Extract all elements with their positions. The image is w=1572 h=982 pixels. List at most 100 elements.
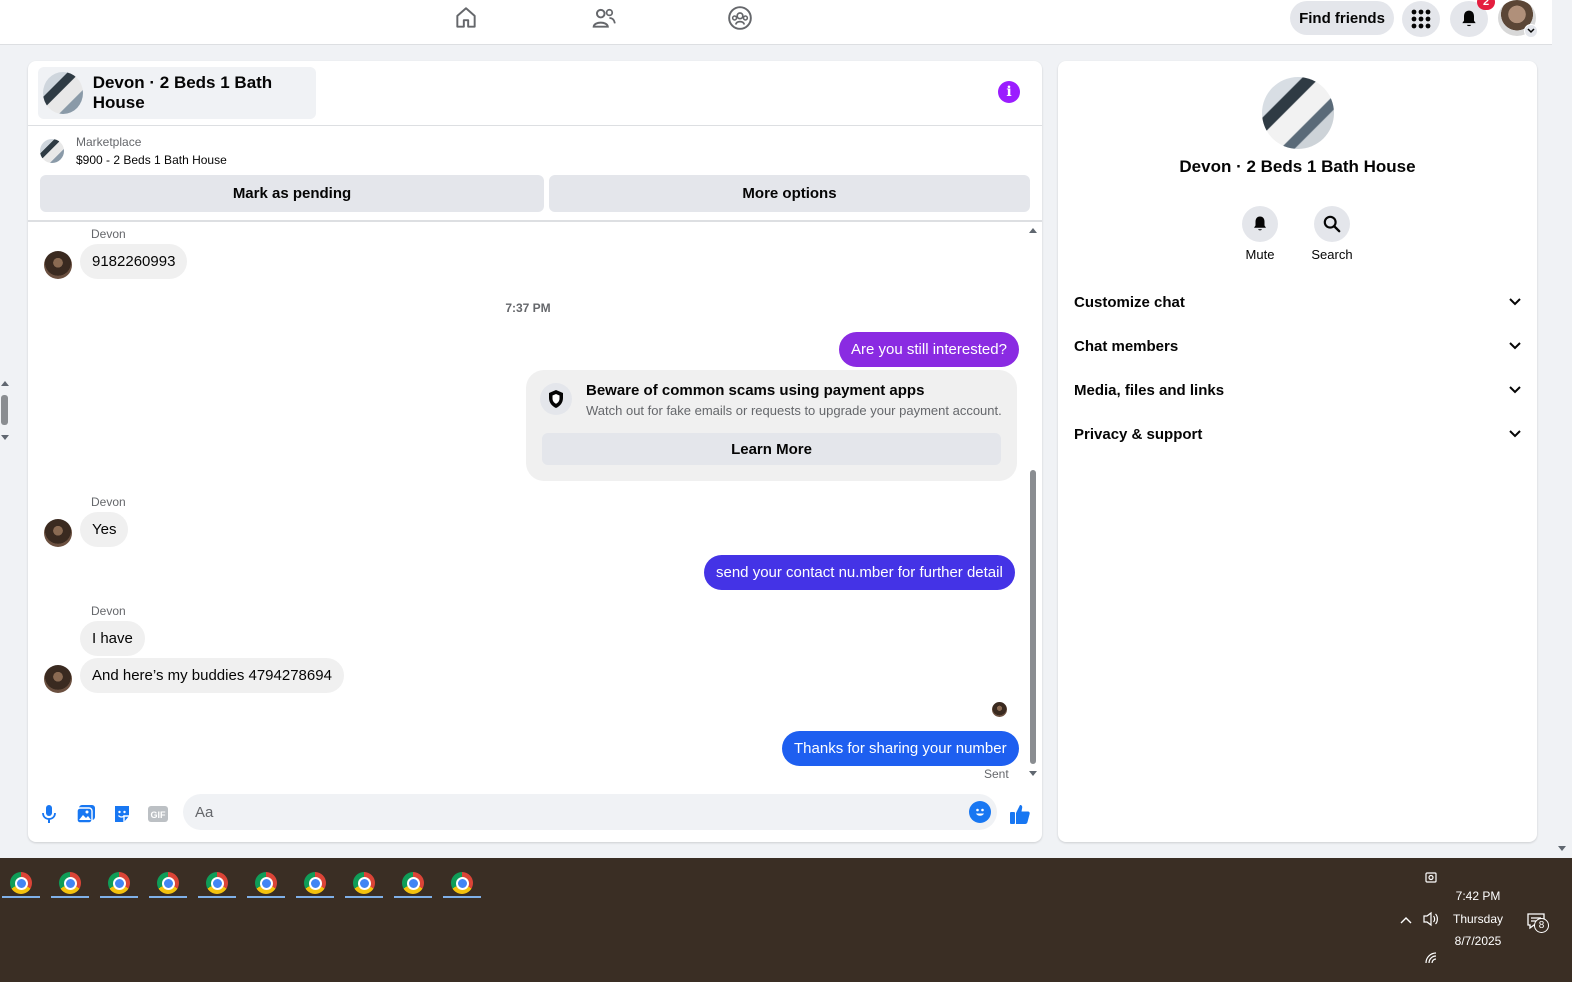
privacy-support-section[interactable]: Privacy & support: [1074, 416, 1521, 452]
chrome-icon: [255, 872, 277, 894]
mark-as-pending-button[interactable]: Mark as pending: [40, 175, 544, 212]
chevron-up-icon[interactable]: [1398, 912, 1414, 928]
network-icon[interactable]: [1422, 950, 1440, 966]
avatar[interactable]: [44, 519, 72, 547]
taskbar-clock-time[interactable]: 7:42 PM: [1440, 889, 1516, 903]
avatar[interactable]: [44, 665, 72, 693]
emoji-icon[interactable]: [969, 801, 991, 823]
top-navigation-bar: Find friends 2: [0, 0, 1552, 45]
listing-photo[interactable]: [1262, 77, 1334, 149]
chrome-icon: [59, 872, 81, 894]
page-scroll-down-arrow[interactable]: [1558, 846, 1566, 851]
chrome-icon: [451, 872, 473, 894]
friends-icon[interactable]: [590, 4, 618, 32]
divider: [28, 220, 1042, 222]
chrome-icon: [10, 872, 32, 894]
gif-icon[interactable]: GIF: [146, 802, 170, 826]
scam-warning-description: Watch out for fake emails or requests to…: [586, 403, 1002, 418]
left-edge-scrollbar[interactable]: [0, 45, 12, 858]
sent-status: Sent: [984, 767, 1009, 781]
taskbar-chrome-window[interactable]: [392, 868, 434, 898]
message-scroll-down-arrow[interactable]: [1029, 771, 1037, 776]
section-label: Chat members: [1074, 337, 1179, 355]
chat-title: Devon · 2 Beds 1 Bath House: [92, 73, 273, 112]
left-scroll-thumb[interactable]: [1, 395, 8, 425]
scroll-up-arrow[interactable]: [1, 381, 9, 386]
section-label: Media, files and links: [1074, 381, 1225, 399]
taskbar-chrome-window[interactable]: [441, 868, 483, 898]
taskbar-chrome-window[interactable]: [147, 868, 189, 898]
search-label: Search: [1311, 247, 1353, 262]
message-bubble[interactable]: And here’s my buddies 4794278694: [80, 658, 344, 693]
listing-small-thumbnail: [40, 139, 64, 163]
scam-warning-title: Beware of common scams using payment app…: [586, 382, 925, 399]
mute-bell-icon[interactable]: [1242, 206, 1278, 242]
chrome-icon: [206, 872, 228, 894]
chevron-down-icon: [1509, 386, 1521, 394]
taskbar-chrome-window[interactable]: [98, 868, 140, 898]
chrome-icon: [304, 872, 326, 894]
chevron-down-icon[interactable]: [1524, 24, 1538, 38]
taskbar-chrome-window[interactable]: [245, 868, 287, 898]
scam-warning-card: Beware of common scams using payment app…: [526, 370, 1017, 481]
chrome-icon: [402, 872, 424, 894]
message-scroll-thumb[interactable]: [1030, 470, 1036, 764]
message-bubble-sent[interactable]: Are you still interested?: [839, 332, 1019, 367]
scroll-down-arrow[interactable]: [1, 435, 9, 440]
chevron-down-icon: [1509, 298, 1521, 306]
message-bubble[interactable]: Yes: [80, 512, 129, 547]
message-scroll-up-arrow[interactable]: [1029, 228, 1037, 233]
taskbar: 7:42 PM Thursday 8/7/2025 8: [0, 858, 1572, 982]
message-bubble-sent[interactable]: Thanks for sharing your number: [782, 731, 1019, 766]
menu-grid-icon[interactable]: [1402, 1, 1440, 37]
search-icon[interactable]: [1314, 206, 1350, 242]
camera-share-icon[interactable]: [1422, 870, 1440, 886]
notification-badge: 2: [1477, 0, 1495, 10]
conversation-name: Devon · 2 Beds 1 Bath House: [1179, 157, 1416, 176]
chat-panel: Devon · 2 Beds 1 Bath House i Marketplac…: [28, 61, 1042, 842]
groups-icon[interactable]: [726, 4, 754, 32]
section-label: Customize chat: [1074, 293, 1185, 311]
message-sender-name: Devon: [91, 604, 126, 618]
page-scrollbar[interactable]: [1552, 0, 1572, 858]
marketplace-label: Marketplace: [76, 135, 142, 149]
shield-icon: [540, 383, 572, 415]
home-icon[interactable]: [452, 4, 480, 32]
message-bubble-sent[interactable]: send your contact nu.mber for further de…: [704, 555, 1015, 590]
media-files-links-section[interactable]: Media, files and links: [1074, 372, 1521, 408]
taskbar-clock-day[interactable]: Thursday: [1440, 912, 1516, 926]
taskbar-chrome-window[interactable]: [196, 868, 238, 898]
message-timestamp: 7:37 PM: [505, 301, 551, 315]
marketplace-listing-row[interactable]: Marketplace $900 - 2 Beds 1 Bath House: [28, 127, 1042, 177]
taskbar-chrome-window[interactable]: [0, 868, 42, 898]
message-bubble[interactable]: I have: [80, 621, 145, 656]
microphone-icon[interactable]: [37, 802, 61, 826]
chevron-down-icon: [1509, 430, 1521, 438]
chat-members-section[interactable]: Chat members: [1074, 328, 1521, 364]
conversation-details-panel: Devon · 2 Beds 1 Bath House Mute Search …: [1058, 61, 1537, 842]
chat-title-button[interactable]: Devon · 2 Beds 1 Bath House: [38, 67, 316, 119]
volume-icon[interactable]: [1421, 910, 1441, 928]
listing-thumbnail: [43, 72, 83, 114]
info-icon[interactable]: i: [998, 81, 1020, 103]
photo-icon[interactable]: [74, 802, 98, 826]
message-bubble[interactable]: 9182260993: [80, 244, 188, 279]
sticker-icon[interactable]: [110, 802, 134, 826]
taskbar-chrome-window[interactable]: [294, 868, 336, 898]
learn-more-button[interactable]: Learn More: [542, 433, 1001, 465]
chevron-down-icon: [1509, 342, 1521, 350]
taskbar-chrome-window[interactable]: [343, 868, 385, 898]
chrome-icon: [353, 872, 375, 894]
avatar[interactable]: [44, 251, 72, 279]
taskbar-clock-date[interactable]: 8/7/2025: [1440, 934, 1516, 948]
thumbs-up-icon[interactable]: [1008, 802, 1032, 826]
mute-label: Mute: [1245, 247, 1275, 262]
more-options-button[interactable]: More options: [549, 175, 1030, 212]
chat-header: Devon · 2 Beds 1 Bath House i: [28, 61, 1042, 126]
taskbar-chrome-window[interactable]: [49, 868, 91, 898]
message-input[interactable]: [183, 794, 997, 830]
customize-chat-section[interactable]: Customize chat: [1074, 284, 1521, 320]
find-friends-button[interactable]: Find friends: [1290, 1, 1394, 35]
listing-price-title: $900 - 2 Beds 1 Bath House: [76, 153, 227, 167]
message-sender-name: Devon: [91, 495, 126, 509]
